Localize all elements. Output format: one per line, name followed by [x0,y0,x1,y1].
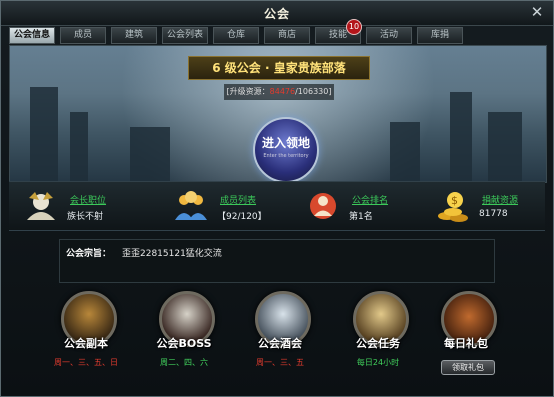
feature-quest-label: 公会任务 [356,337,400,350]
enter-territory-label: 进入领地 [261,136,310,150]
tab-guild-info[interactable]: 公会信息 [9,27,55,44]
motto-text: 歪歪22815121猛化交流 [122,249,222,259]
castle-tower [450,92,472,182]
feature-boss-time: 周二、四、六 [160,358,208,367]
feature-dungeon-label: 公会副本 [64,337,108,350]
tab-skills-label: 技能 [328,30,347,40]
stat-leader-label[interactable]: 会长职位 [70,193,106,206]
svg-text:$: $ [451,194,458,207]
gold-icon: $ [438,192,468,222]
window-title: 公会 [263,7,290,21]
feature-tavern[interactable]: 公会酒会 周一、三、五 [245,291,315,373]
castle-tower [390,122,420,182]
guild-motto-panel: 公会宗旨： 歪歪22815121猛化交流 [59,239,495,283]
guild-name-banner: 6 级公会 · 皇家贵族部落 [188,56,370,80]
tab-warehouse[interactable]: 仓库 [213,27,259,44]
stat-donation-value: 81778 [479,209,508,219]
title-bar: 公会 ✕ [1,1,553,26]
feature-quest[interactable]: 公会任务 每日24小时 [343,291,413,373]
stat-rank-label[interactable]: 公会排名 [352,193,388,206]
feature-boss-label: 公会BOSS [156,337,212,350]
tab-guild-list[interactable]: 公会列表 [162,27,208,44]
stat-members-label[interactable]: 成员列表 [220,193,256,206]
tab-shop[interactable]: 商店 [264,27,310,44]
castle-tower [30,87,58,182]
resource-suffix: /106330] [295,87,332,96]
feature-boss[interactable]: 公会BOSS 周二、四、六 [149,291,219,373]
guild-stats-bar: 会长职位 族长不射 成员列表 【92/120】 公会排名 第1名 $ 捐献资源 … [9,181,545,231]
enter-territory-sublabel: Enter the territory [263,153,309,159]
stat-rank: 公会排名 第1名 [305,188,425,226]
rank-icon [310,193,336,219]
stat-members-value: 【92/120】 [217,212,267,222]
notification-badge: 10 [346,19,362,35]
stat-donation: $ 捐献资源 81778 [435,188,545,226]
feature-tavern-label: 公会酒会 [258,337,302,350]
tab-buildings[interactable]: 建筑 [111,27,157,44]
guild-window: 公会 ✕ 公会信息 成员 建筑 公会列表 仓库 商店 技能 10 活动 库捐 6… [0,0,554,397]
feature-dungeon[interactable]: 公会副本 周一、三、五、日 [51,291,121,373]
castle-tower [488,112,522,182]
members-icon [175,191,207,220]
feature-daily-gift-label: 每日礼包 [444,337,488,350]
stat-members: 成员列表 【92/120】 [173,188,293,226]
tab-activities[interactable]: 活动 [366,27,412,44]
upgrade-resource: [升级资源：84476/106330] [224,84,334,100]
motto-label: 公会宗旨： [66,249,112,259]
close-icon[interactable]: ✕ [529,4,545,20]
stat-rank-value: 第1名 [349,212,373,222]
leader-icon [27,192,55,220]
feature-quest-time: 每日24小时 [356,358,400,367]
resource-current: 84476 [269,87,296,96]
tab-donation[interactable]: 库捐 [417,27,463,44]
castle-tower [70,112,88,182]
castle-tower [130,127,170,182]
stat-leader: 会长职位 族长不射 [23,188,143,226]
feature-dungeon-time: 周一、三、五、日 [54,358,118,367]
tab-members[interactable]: 成员 [60,27,106,44]
stat-leader-value: 族长不射 [67,212,104,222]
tab-bar: 公会信息 成员 建筑 公会列表 仓库 商店 技能 10 活动 库捐 [9,19,468,44]
resource-prefix: [升级资源： [226,87,270,96]
feature-tavern-time: 周一、三、五 [256,358,304,367]
tab-skills[interactable]: 技能 10 [315,19,362,44]
enter-territory-button[interactable]: 进入领地 Enter the territory [253,117,319,182]
claim-gift-button[interactable]: 领取礼包 [441,360,495,375]
stat-donation-label[interactable]: 捐献资源 [482,193,518,206]
territory-banner: 6 级公会 · 皇家贵族部落 [升级资源：84476/106330] 进入领地 … [9,45,547,183]
